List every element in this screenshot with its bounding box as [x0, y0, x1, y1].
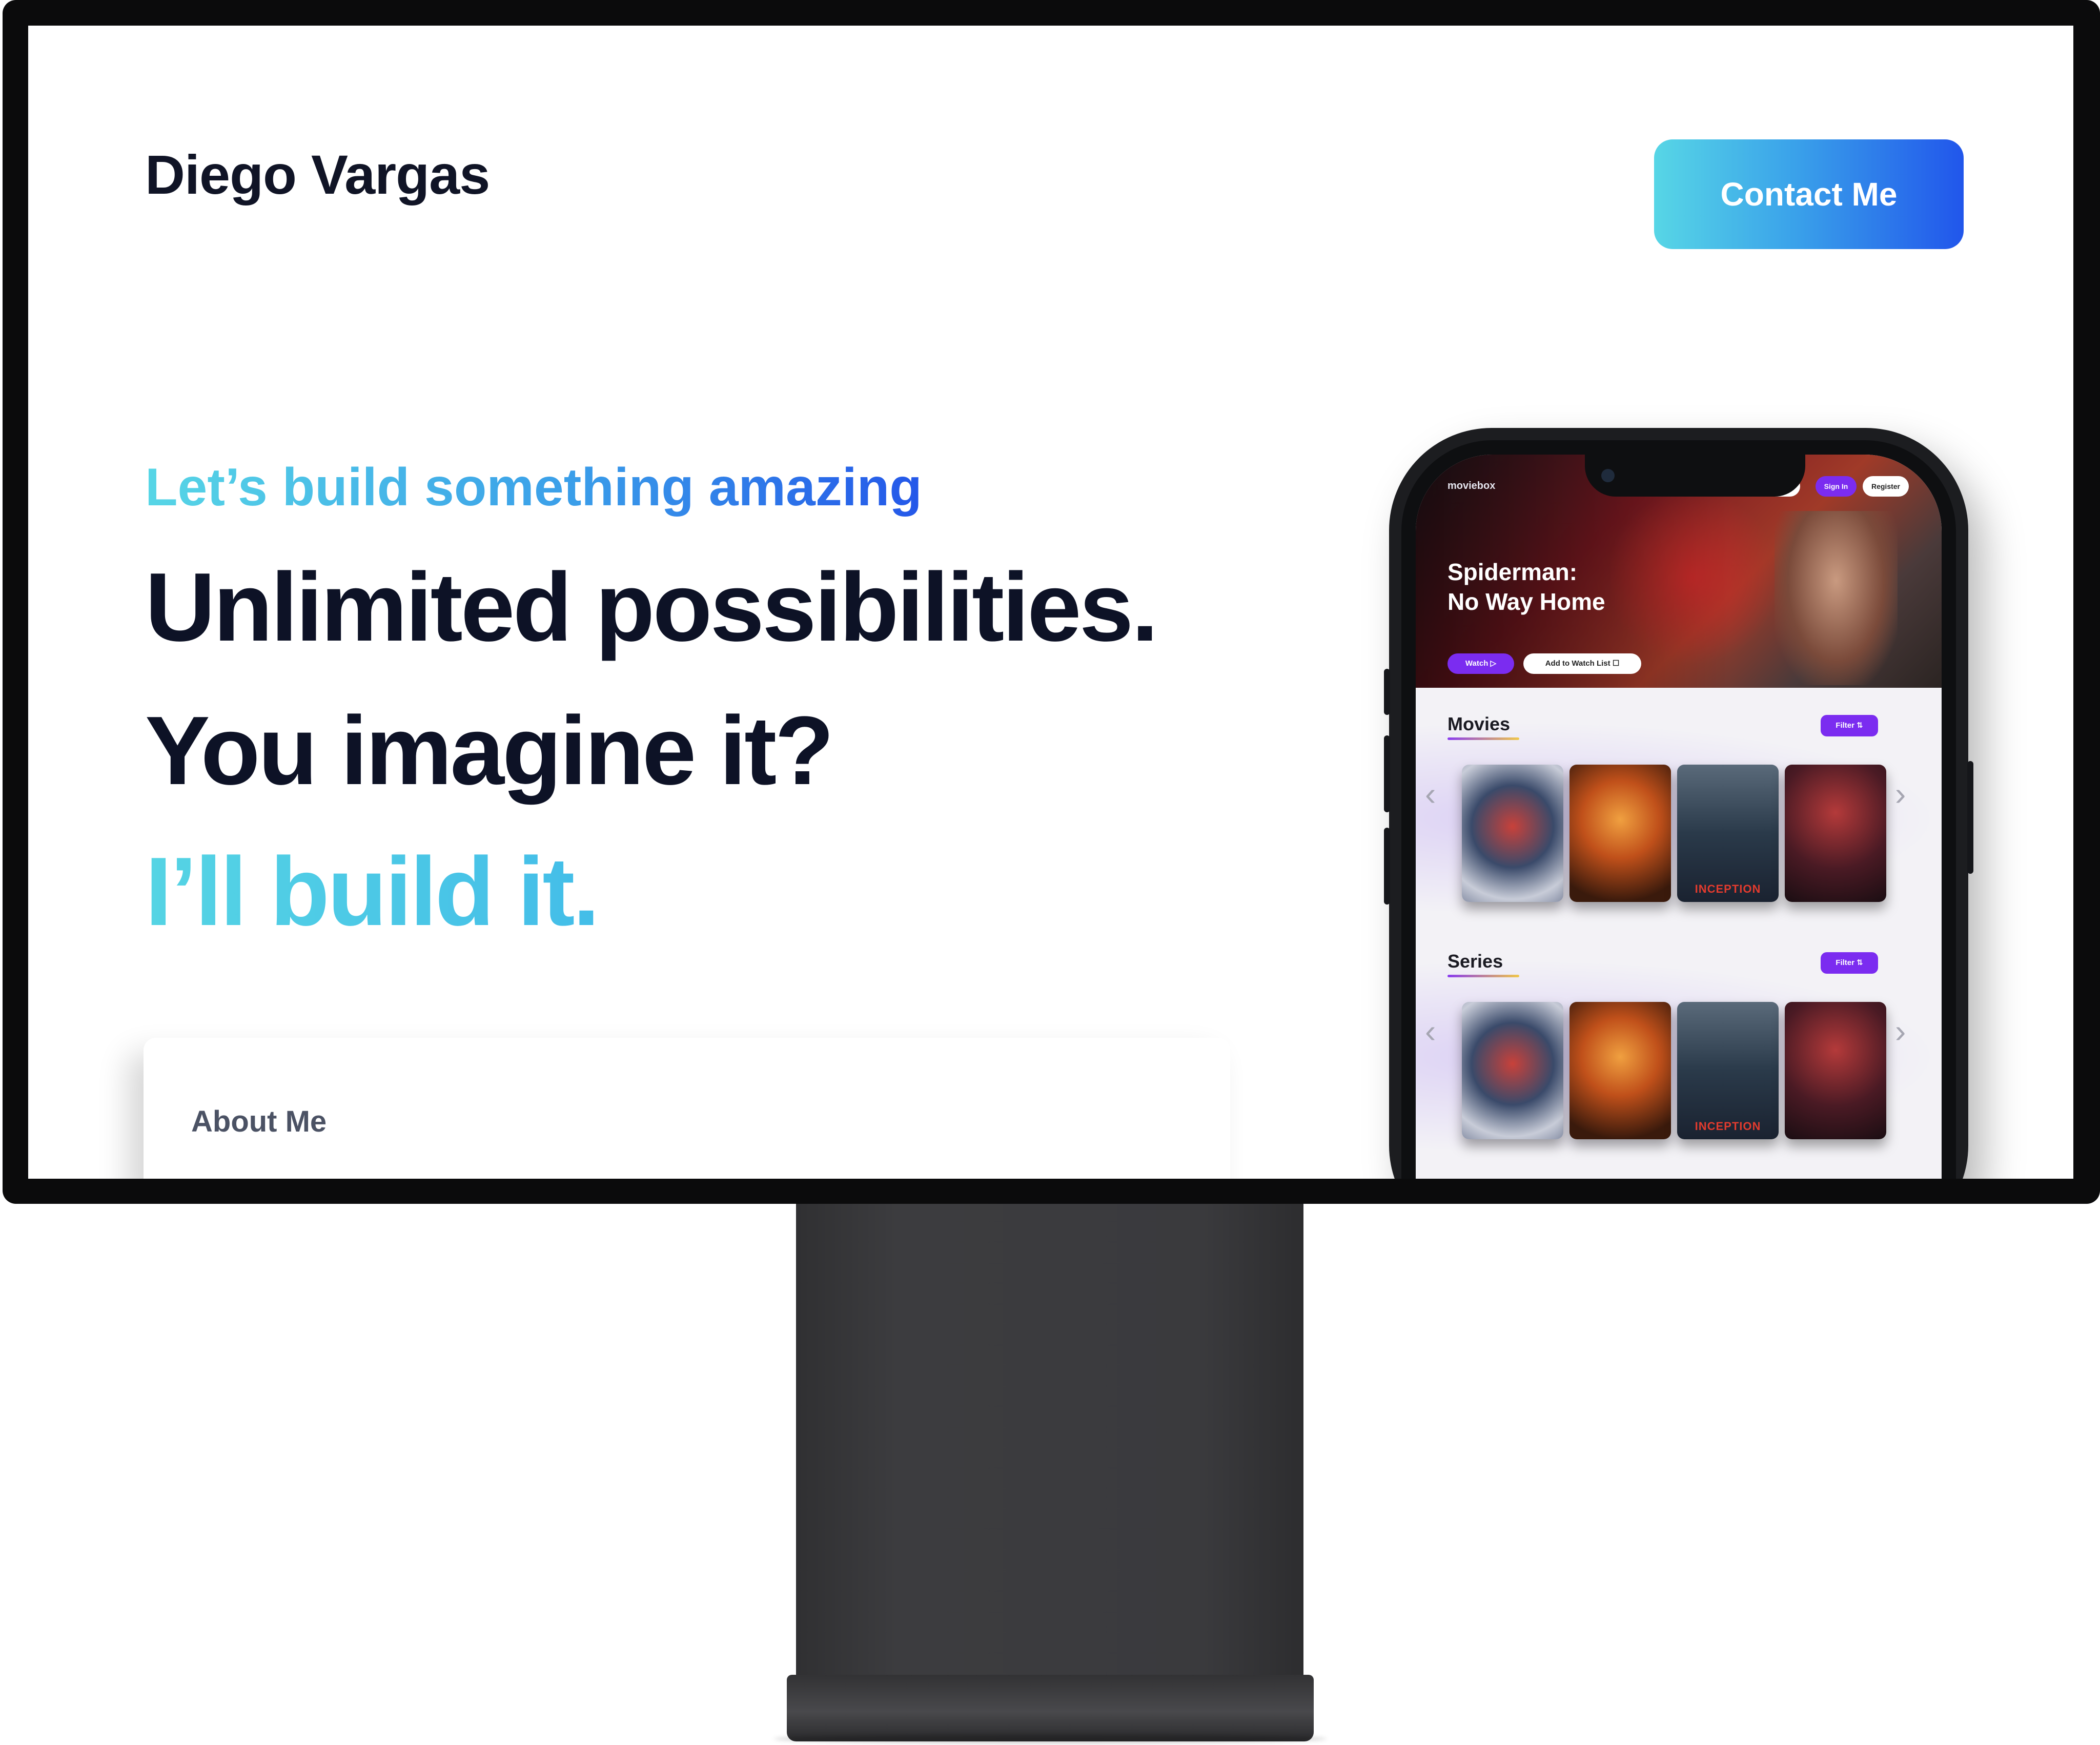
poster-doctor-strange[interactable] [1785, 1002, 1886, 1139]
phone-power-button [1967, 761, 1973, 874]
poster-inception-label: INCEPTION [1695, 1120, 1761, 1133]
phone-notch [1585, 455, 1805, 497]
poster-inception[interactable]: INCEPTION [1677, 765, 1779, 902]
poster-spiderman[interactable] [1462, 765, 1563, 902]
phone-side-button [1384, 669, 1390, 715]
poster-inception-label: INCEPTION [1695, 882, 1761, 895]
series-section-title: Series [1447, 951, 1503, 972]
app-logo[interactable]: moviebox [1447, 480, 1495, 492]
movies-section-title: Movies [1447, 713, 1511, 734]
headline-line-2: You imagine it? [145, 696, 834, 805]
contact-me-button[interactable]: Contact Me [1654, 139, 1964, 249]
series-next-chevron-icon[interactable]: › [1895, 1012, 1906, 1050]
monitor-frame: Diego Vargas Contact Me Let’s build some… [3, 0, 2100, 1204]
app-sign-in-button[interactable]: Sign In [1816, 476, 1857, 497]
phone-volume-down [1384, 828, 1390, 905]
phone-volume-up [1384, 735, 1390, 812]
headline-line-1: Unlimited possibilities. [145, 553, 1158, 662]
poster-spiderman[interactable] [1462, 1002, 1563, 1139]
front-camera-icon [1601, 469, 1615, 482]
screen: Diego Vargas Contact Me Let’s build some… [28, 26, 2073, 1179]
movies-filter-button[interactable]: Filter ⇅ [1821, 715, 1878, 736]
site-name: Diego Vargas [145, 143, 490, 206]
poster-inception[interactable]: INCEPTION [1677, 1002, 1779, 1139]
poster-mockingjay[interactable] [1569, 1002, 1671, 1139]
monitor-stand-neck [796, 1204, 1303, 1714]
add-to-watchlist-button[interactable]: Add to Watch List ☐ [1523, 653, 1641, 674]
monitor-stand-shadow [774, 1734, 1327, 1743]
monitor-stand-base [787, 1675, 1314, 1741]
phone-bezel: moviebox Sign In Register Spiderman: No … [1401, 440, 1956, 1179]
hero-movie-title: Spiderman: No Way Home [1447, 559, 1605, 615]
app-register-button[interactable]: Register [1863, 476, 1909, 497]
hero-eyebrow: Let’s build something amazing [145, 458, 922, 517]
movies-title-underline [1447, 737, 1519, 740]
movies-next-chevron-icon[interactable]: › [1895, 775, 1906, 813]
series-title-underline [1447, 975, 1519, 977]
phone-screen: moviebox Sign In Register Spiderman: No … [1416, 455, 1942, 1179]
headline-line-3: I’ll build it. [145, 837, 600, 946]
series-filter-button[interactable]: Filter ⇅ [1821, 952, 1878, 974]
about-me-label[interactable]: About Me [191, 1104, 327, 1139]
watch-button[interactable]: Watch ▷ [1447, 653, 1514, 674]
poster-doctor-strange[interactable] [1785, 765, 1886, 902]
phone-mockup: moviebox Sign In Register Spiderman: No … [1384, 428, 1973, 1179]
poster-mockingjay[interactable] [1569, 765, 1671, 902]
series-prev-chevron-icon[interactable]: ‹ [1425, 1012, 1436, 1050]
movies-prev-chevron-icon[interactable]: ‹ [1425, 775, 1436, 813]
